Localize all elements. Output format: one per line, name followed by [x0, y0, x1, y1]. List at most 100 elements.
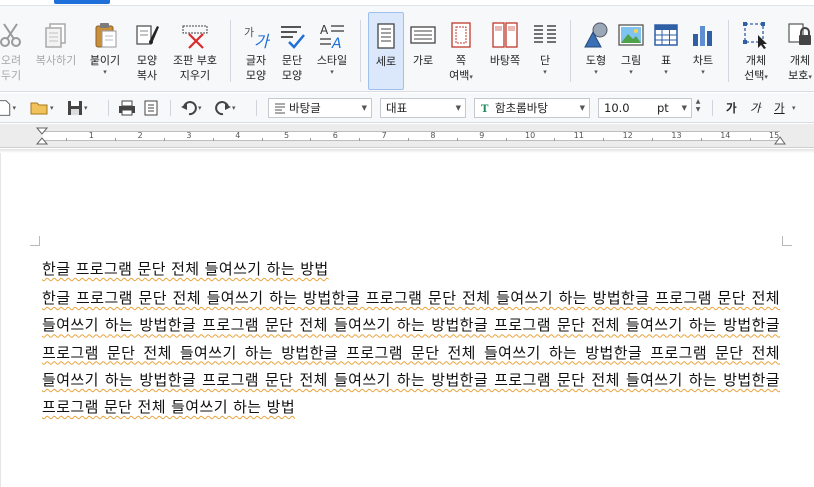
- document-body-text: 한글 프로그램 문단 전체 들여쓰기 하는 방법한글 프로그램 문단 전체 들여…: [42, 289, 780, 417]
- ruler-tick: [505, 138, 507, 141]
- ruler-tick: [456, 138, 458, 141]
- ribbon-separator: [360, 20, 361, 82]
- page-margin-label: 쪽 여백▾: [449, 54, 473, 82]
- page-margin-icon: [446, 20, 476, 50]
- new-document-icon: [0, 100, 11, 116]
- ruler-tick: [310, 138, 312, 141]
- undo-button[interactable]: ▾: [180, 98, 210, 118]
- toolbar-separator: [712, 100, 713, 116]
- truetype-font-icon: T: [480, 102, 492, 114]
- clear-layout-marks-button[interactable]: 조판 부호 지우기: [168, 12, 222, 90]
- save-button[interactable]: ▾: [66, 98, 96, 118]
- bar-chart-icon: [688, 20, 718, 50]
- paste-button[interactable]: 붙이기 ▾: [86, 12, 124, 90]
- ruler-tick: [603, 138, 605, 141]
- preview-button[interactable]: [142, 98, 162, 118]
- ruler-number: 9: [479, 131, 485, 140]
- horizontal-ruler[interactable]: 1 2 3 4 5 6 7 8 9 10 11 12 13 14 15: [0, 124, 814, 148]
- document-title-text: 한글 프로그램 문단 전체 들여쓰기 하는 방법: [42, 260, 329, 278]
- font-name-select[interactable]: T 함초롬바탕 ▼: [474, 98, 590, 118]
- ruler-tick: [554, 138, 556, 141]
- page-background-button[interactable]: 바탕쪽: [484, 12, 526, 90]
- ribbon-toolbar: 오려 두기 복사하기 붙이기 ▾ 모양 복사 조판 부호 지우기 가가 글자 모양: [0, 6, 814, 92]
- shapes-icon: [581, 20, 611, 50]
- landscape-label: 가로: [412, 54, 434, 67]
- picture-button[interactable]: 그림 ▾: [614, 12, 648, 90]
- chevron-down-icon: ▾: [84, 104, 88, 112]
- font-size-stepper[interactable]: ▲ ▼: [692, 98, 704, 118]
- format-painter-icon: [132, 20, 162, 50]
- chevron-down-icon: ▾: [232, 104, 236, 112]
- object-select-label: 개체 선택▾: [744, 54, 768, 82]
- italic-button[interactable]: 가: [750, 98, 764, 118]
- ruler-number: 2: [137, 131, 143, 140]
- ruler-number: 1: [88, 131, 94, 140]
- undo-icon: [181, 101, 197, 116]
- document-heading-line[interactable]: 한글 프로그램 문단 전체 들여쓰기 하는 방법: [42, 258, 329, 279]
- margin-corner-mark: [30, 236, 40, 246]
- style-button[interactable]: AA 스타일 ▾: [312, 12, 352, 90]
- ruler-tick: [115, 138, 117, 141]
- copy-button[interactable]: 복사하기: [32, 12, 80, 90]
- table-button[interactable]: 표 ▾: [650, 12, 682, 90]
- table-label: 표: [660, 54, 672, 67]
- stepper-down-icon[interactable]: ▼: [696, 106, 701, 114]
- toolbar-separator: [256, 100, 257, 116]
- style-select[interactable]: 바탕글 ▼: [268, 98, 372, 118]
- redo-button[interactable]: ▾: [214, 98, 244, 118]
- chevron-down-icon[interactable]: ▾: [792, 98, 804, 118]
- char-shape-button[interactable]: 가가 글자 모양: [238, 12, 274, 90]
- print-button[interactable]: [118, 98, 138, 118]
- style-icon: AA: [317, 20, 347, 52]
- ruler-number: 13: [671, 131, 682, 140]
- paragraph-style-icon: [275, 103, 285, 114]
- para-shape-button[interactable]: 문단 모양: [274, 12, 310, 90]
- ruler-tick: [66, 138, 68, 141]
- chevron-down-icon: ▾: [198, 104, 202, 112]
- font-size-input[interactable]: 10.0 pt ▼: [598, 98, 692, 118]
- save-disk-icon: [68, 101, 82, 115]
- formatting-toolbar: ▾ ▾ ▾ ▾ ▾ 바탕글 ▼ 대표 ▼ T 함초롬바탕 ▼ 10.0 pt ▼…: [0, 93, 814, 123]
- stepper-up-icon[interactable]: ▲: [696, 98, 701, 106]
- bold-button[interactable]: 가: [726, 98, 740, 118]
- ruler-number: 14: [720, 131, 731, 140]
- shape-label: 도형: [585, 54, 607, 67]
- first-line-indent-marker-icon[interactable]: [36, 127, 48, 145]
- format-copy-button[interactable]: 모양 복사: [128, 12, 166, 90]
- folder-icon: [30, 102, 48, 115]
- svg-text:T: T: [481, 104, 489, 114]
- select-object-icon: [741, 20, 771, 50]
- document-paragraph[interactable]: 한글 프로그램 문단 전체 들여쓰기 하는 방법한글 프로그램 문단 전체 들여…: [42, 285, 780, 421]
- char-shape-icon: 가가: [241, 20, 271, 51]
- object-select-button[interactable]: 개체 선택▾: [736, 12, 776, 90]
- format-copy-label: 모양 복사: [136, 54, 158, 82]
- cut-button[interactable]: 오려 두기: [0, 12, 30, 90]
- shape-button[interactable]: 도형 ▾: [578, 12, 614, 90]
- scissors-icon: [0, 20, 26, 50]
- chart-label: 차트: [692, 54, 714, 67]
- object-protect-button[interactable]: 개체 보호▾: [780, 12, 814, 90]
- new-document-button[interactable]: ▾: [0, 98, 16, 118]
- ruler-number: 11: [573, 131, 584, 140]
- para-shape-icon: [277, 20, 307, 50]
- ruler-tick: [261, 138, 263, 141]
- toolbar-separator: [108, 100, 109, 116]
- para-shape-label: 문단 모양: [281, 54, 303, 82]
- table-icon: [651, 20, 681, 50]
- landscape-button[interactable]: 가로: [406, 12, 440, 90]
- underline-button[interactable]: 가: [774, 98, 790, 118]
- chevron-down-icon: ▾: [543, 68, 547, 76]
- chart-button[interactable]: 차트 ▾: [686, 12, 720, 90]
- ruler-track: [42, 131, 780, 141]
- chevron-down-icon: ▾: [664, 68, 668, 76]
- portrait-button[interactable]: 세로: [368, 12, 404, 90]
- chevron-down-icon: ▼: [579, 104, 585, 112]
- clipboard-icon: [90, 20, 120, 50]
- landscape-page-icon: [408, 20, 438, 50]
- chevron-down-icon: ▾: [629, 68, 633, 76]
- open-button[interactable]: ▾: [30, 98, 60, 118]
- page-margin-button[interactable]: 쪽 여백▾: [442, 12, 480, 90]
- columns-button[interactable]: 단 ▾: [528, 12, 562, 90]
- font-category-select[interactable]: 대표 ▼: [380, 98, 466, 118]
- portrait-label: 세로: [375, 55, 397, 68]
